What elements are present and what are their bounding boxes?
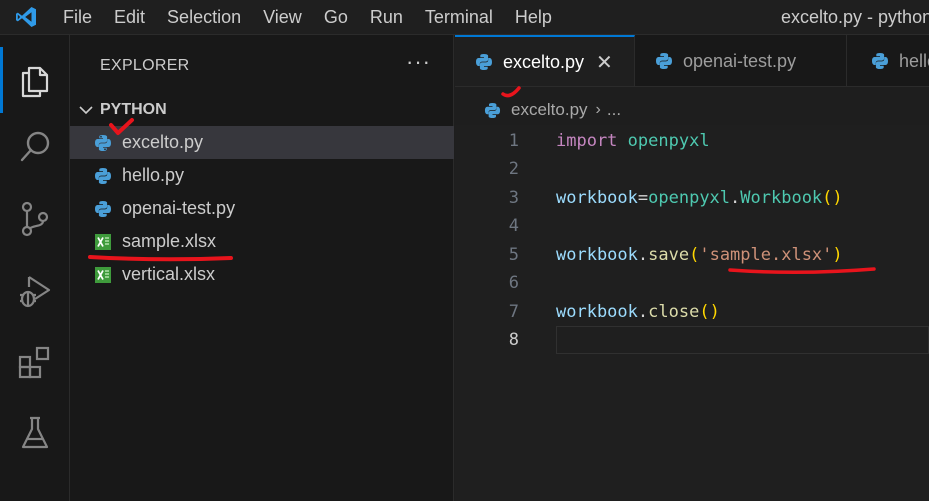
file-name: sample.xlsx [122,231,217,251]
file-name: openai-test.py [122,198,236,218]
window-title: excelto.py - python [781,7,929,27]
python-file-icon [655,52,673,70]
file-item-sample-xlsx[interactable]: sample.xlsx [70,225,454,258]
extensions-icon[interactable] [0,333,70,393]
tab-openai-test[interactable]: openai-test.py [635,35,847,86]
run-debug-icon[interactable] [0,261,70,321]
menu-edit[interactable]: Edit [103,0,156,35]
tab-label: hello.py [899,50,929,71]
folder-python[interactable]: PYTHON [70,97,454,123]
file-item-excelto[interactable]: excelto.py [70,126,454,159]
line-number: 2 [508,159,519,179]
excel-file-icon [94,266,112,284]
menu-view[interactable]: View [252,0,313,35]
explorer-sidebar: EXPLORER ··· PYTHON excelto.py hello.py [70,35,454,501]
line-number: 7 [508,302,519,322]
python-file-icon [483,101,501,119]
code-line-4: 4 [455,212,929,240]
testing-icon[interactable] [0,403,70,463]
code-text: workbook.save('sample.xlsx') [556,245,843,265]
code-text: workbook.close() [556,302,720,322]
python-file-icon [94,200,112,218]
python-file-icon [475,53,493,71]
file-item-openai-test[interactable]: openai-test.py [70,192,454,225]
code-line-7: 7 workbook.close() [455,298,929,326]
tab-hello[interactable]: hello.py [847,35,929,86]
breadcrumb: excelto.py › ... [455,98,621,122]
chevron-down-icon [79,106,93,115]
tab-label: openai-test.py [683,50,797,71]
code-line-1: 1 import openpyxl [455,127,929,155]
line-number: 3 [508,188,519,208]
annotation-mark-tab [501,86,521,98]
code-line-8: 8 [455,326,929,354]
code-text: import openpyxl [556,131,710,151]
code-line-5: 5 workbook.save('sample.xlsx') [455,241,929,269]
file-name: hello.py [122,165,185,185]
line-number: 5 [508,245,519,265]
vscode-logo-icon[interactable] [0,0,52,35]
source-control-icon[interactable] [0,189,70,249]
breadcrumb-file[interactable]: excelto.py [511,100,588,120]
menu-bar: File Edit Selection View Go Run Terminal… [52,0,563,35]
line-number: 1 [508,131,519,151]
menu-help[interactable]: Help [504,0,563,35]
close-icon[interactable]: ✕ [596,50,613,75]
code-editor[interactable]: 1 import openpyxl 2 3 workbook=openpyxl.… [455,125,929,501]
menu-go[interactable]: Go [313,0,359,35]
code-line-3: 3 workbook=openpyxl.Workbook() [455,184,929,212]
code-line-2: 2 [455,155,929,183]
chevron-right-icon: › [595,101,601,118]
line-number: 8 [508,330,519,350]
menu-file[interactable]: File [52,0,103,35]
search-icon[interactable] [0,117,70,177]
more-actions-button[interactable]: ··· [406,49,431,75]
folder-name: PYTHON [100,101,167,118]
explorer-title: EXPLORER [100,57,190,74]
python-file-icon [94,167,112,185]
editor-tab-bar: excelto.py ✕ openai-test.py hello.py [455,35,929,87]
file-item-vertical-xlsx[interactable]: vertical.xlsx [70,258,454,291]
code-line-6: 6 [455,269,929,297]
line-number: 4 [508,216,519,236]
file-name: excelto.py [122,132,204,152]
file-name: vertical.xlsx [122,264,216,284]
tab-label: excelto.py [503,51,585,72]
menu-run[interactable]: Run [359,0,414,35]
explorer-icon[interactable] [0,50,70,110]
python-file-icon [94,134,112,152]
python-file-icon [871,52,889,70]
menu-selection[interactable]: Selection [156,0,252,35]
activity-bar [0,35,70,501]
title-bar: File Edit Selection View Go Run Terminal… [0,0,929,35]
line-number: 6 [508,273,519,293]
tab-excelto[interactable]: excelto.py ✕ [455,35,635,86]
code-text: workbook=openpyxl.Workbook() [556,188,843,208]
file-item-hello[interactable]: hello.py [70,159,454,192]
menu-terminal[interactable]: Terminal [414,0,504,35]
breadcrumb-symbols[interactable]: ... [607,100,621,120]
excel-file-icon [94,233,112,251]
